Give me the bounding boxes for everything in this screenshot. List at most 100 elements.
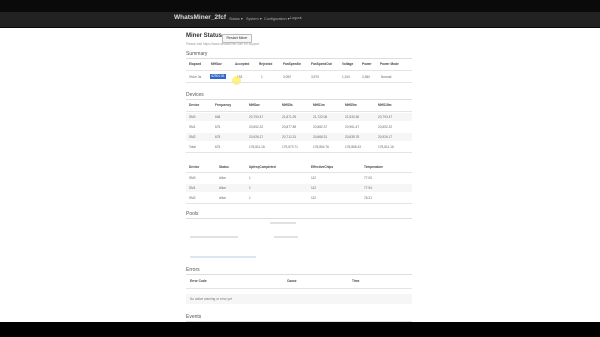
devices-sm1-mhs5m: 20,961.47: [345, 125, 360, 129]
devices-col-mhs1m: MHS1m: [313, 103, 325, 107]
devices-sm0-mhs5m: 21,533.36: [345, 115, 360, 119]
devices-sm0-mhs15m: 20,793.47: [378, 115, 393, 119]
errors-heading: Errors: [186, 267, 200, 273]
status-sm1-status: Alive: [219, 186, 226, 190]
nav-status-menu[interactable]: Status ▾: [229, 16, 243, 21]
status-col-effective-chips: EffectiveChips: [311, 165, 334, 169]
summary-power-value: 3,380: [362, 75, 370, 79]
errors-col-cause: Cause: [287, 279, 297, 283]
brand-name[interactable]: WhatsMiner_2fcf: [174, 14, 226, 21]
status-sm1-temperature: 77.94: [364, 186, 372, 190]
status-col-status: Status: [219, 165, 229, 169]
status-sm2-device: SM2: [189, 196, 196, 200]
window-bottom-bar: [0, 322, 600, 337]
errors-empty-message: No active warning or error yet: [190, 297, 232, 301]
devices-sm0-mhs1m: 21,722.06: [313, 115, 328, 119]
devices-sm2-mhsav: 20,926.17: [249, 135, 264, 139]
summary-col-power: Power: [362, 62, 372, 66]
devices-sm1-mhs1m: 20,882.37: [313, 125, 328, 129]
devices-total-mhsav: 178,811.16: [249, 145, 265, 149]
devices-sm0-mhs5s: 21,871.29: [282, 115, 297, 119]
status-sm1-upfreq: 1: [249, 186, 251, 190]
devices-sm0-mhsav: 20,793.47: [249, 115, 264, 119]
devices-total-frequency: 675: [215, 145, 221, 149]
navbar: WhatsMiner_2fcf Status ▾ System ▾ Config…: [0, 12, 600, 27]
status-sm0-chips: 112: [311, 176, 317, 180]
summary-mhsav-value: 62901.81: [210, 74, 226, 79]
summary-col-accepted: Accepted: [235, 62, 250, 66]
errors-col-code: Error Code: [190, 279, 207, 283]
devices-sm1-mhs5s: 20,877.89: [282, 125, 297, 129]
summary-divider: [186, 58, 412, 59]
summary-rejected-value: 1: [261, 75, 263, 79]
errors-col-time: Time: [352, 279, 360, 283]
devices-col-mhsav: MHSav: [249, 103, 260, 107]
summary-voltage-value: 1,310: [342, 75, 350, 79]
devices-col-mhs15m: MHS15m: [378, 103, 392, 107]
status-col-upfreq: UpfreqCompleted: [249, 165, 276, 169]
devices-sm2-mhs5s: 20,712.31: [282, 135, 297, 139]
pools-heading: Pools: [186, 211, 199, 217]
events-heading: Events: [186, 314, 202, 320]
devices-col-frequency: Frequency: [215, 103, 232, 107]
status-sm0-device: SM0: [189, 176, 196, 180]
devices-col-device: Device: [189, 103, 200, 107]
nav-configuration-menu[interactable]: Configuration ▾: [264, 16, 290, 21]
devices-sm2-device: SM2: [189, 135, 196, 139]
support-note: Please visit https://www.whatsminer.com …: [186, 42, 260, 46]
page-title: Miner Status: [186, 33, 223, 39]
devices-sm1-mhs15m: 20,652.22: [378, 125, 393, 129]
status-sm2-temperature: 76.31: [364, 196, 372, 200]
devices-divider: [186, 99, 412, 100]
nav-system-menu[interactable]: System ▾: [246, 16, 262, 21]
devices-sm2-mhs15m: 20,926.17: [378, 135, 393, 139]
summary-elapsed-value: 0h1m 3s: [189, 75, 202, 79]
summary-col-power-mode: Power Mode: [380, 62, 399, 66]
pools-obscured-text: [274, 236, 298, 238]
summary-col-elapsed: Elapsed: [189, 62, 202, 66]
devices-sm0-device: SM0: [189, 115, 196, 119]
devices-total-device: Total: [189, 145, 196, 149]
devices-sm1-frequency: 675: [215, 125, 221, 129]
devices-sm1-mhsav: 20,652.22: [249, 125, 264, 129]
summary-col-voltage: Voltage: [342, 62, 354, 66]
devices-total-mhs5s: 179,573.71: [282, 145, 298, 149]
status-sm1-device: SM1: [189, 186, 196, 190]
summary-col-mhsav: MHSav: [211, 62, 222, 66]
devices-sm0-frequency: 648: [215, 115, 221, 119]
devices-col-mhs5s: MHS5s: [282, 103, 293, 107]
devices-col-mhs5m: MHS5m: [345, 103, 357, 107]
pools-obscured-link: [190, 256, 256, 258]
errors-divider: [186, 274, 412, 275]
status-sm2-chips: 112: [311, 196, 317, 200]
summary-col-fanspeedout: FanSpeedOut: [311, 62, 332, 66]
devices-heading: Devices: [186, 92, 204, 98]
devices-total-mhs5m: 178,868.43: [345, 145, 361, 149]
status-sm2-status: Alive: [219, 196, 226, 200]
summary-col-rejected: Rejected: [259, 62, 273, 66]
browser-viewport: WhatsMiner_2fcf Status ▾ System ▾ Config…: [0, 0, 600, 337]
devices-total-mhs15m: 178,811.16: [378, 145, 394, 149]
summary-fanspeedin-value: 3,090: [283, 75, 291, 79]
summary-heading: Summary: [186, 51, 208, 57]
status-col-device: Device: [189, 165, 200, 169]
status-sm1-chips: 112: [311, 186, 317, 190]
status-sm0-status: Alive: [219, 176, 226, 180]
status-sm0-upfreq: 1: [249, 176, 251, 180]
devices-sm2-mhs1m: 20,868.31: [313, 135, 328, 139]
pools-obscured-text: [270, 222, 296, 224]
devices-sm2-mhs5m: 20,835.78: [345, 135, 360, 139]
pools-divider: [186, 218, 412, 219]
summary-fanspeedout-value: 3,570: [311, 75, 319, 79]
status-col-temperature: Temperature: [364, 165, 384, 169]
status-sm2-upfreq: 1: [249, 196, 251, 200]
devices-sm2-frequency: 675: [215, 135, 221, 139]
summary-power-mode-value: Normal: [381, 75, 392, 79]
pools-obscured-text: [190, 236, 238, 238]
devices-sm1-device: SM1: [189, 125, 196, 129]
status-sm0-temperature: 77.00: [364, 176, 372, 180]
devices-total-mhs1m: 178,804.76: [313, 145, 329, 149]
summary-col-fanspeedin: FanSpeedIn: [283, 62, 302, 66]
mouse-cursor-highlight: [232, 76, 241, 85]
nav-logout-link[interactable]: Logout: [290, 16, 302, 20]
